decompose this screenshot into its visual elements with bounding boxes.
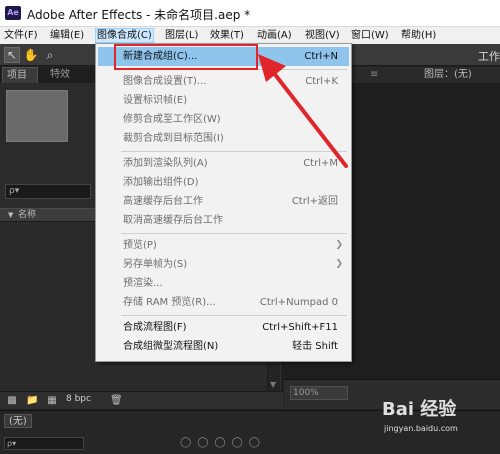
title-bar: Ae Adobe After Effects - 未命名项目.aep * [0,0,500,27]
menu-bar: 文件(F) 编辑(E) 图像合成(C) 图层(L) 效果(T) 动画(A) 视图… [0,27,500,44]
menu-item-save-frame-as[interactable]: 另存单帧为(S) ❯ [98,255,349,274]
menu-item-label: 高速缓存后台工作 [123,196,203,207]
menu-item-composition-flowchart[interactable]: 合成流程图(F) Ctrl+Shift+F11 [98,318,349,337]
menu-item-save-ram-preview[interactable]: 存储 RAM 预览(R)... Ctrl+Numpad 0 [98,293,349,312]
menu-item-mini-flowchart[interactable]: 合成组微型流程图(N) 轻击 Shift [98,337,349,356]
baidu-logo: Bai 经验 [382,399,457,420]
menu-help[interactable]: 帮助(H) [400,28,437,43]
menu-item-shortcut: Ctrl+返回 [291,196,338,207]
menu-item-add-output-module[interactable]: 添加输出组件(D) [98,173,349,192]
sort-arrow-icon[interactable]: ▼ [8,209,13,222]
tab-effects[interactable]: 特效 [46,67,74,83]
zoom-dropdown[interactable]: 100% [290,386,348,400]
menu-item-label: 存储 RAM 预览(R)... [123,297,216,308]
new-folder-icon[interactable]: 📁 [26,395,38,407]
menu-composition[interactable]: 图像合成(C) [95,28,154,43]
tab-project[interactable]: 项目 [2,67,38,83]
menu-item-preview[interactable]: 预览(P) ❯ [98,236,349,255]
menu-item-label: 添加输出组件(D) [123,177,199,188]
menu-item-label: 取消高速缓存后台工作 [123,215,223,226]
menu-item-label: 预渲染... [123,278,163,289]
project-search-input[interactable]: ρ▾ [5,184,91,199]
menu-edit[interactable]: 编辑(E) [49,28,85,43]
menu-item-shortcut: 轻击 Shift [292,341,338,352]
menu-item-label: 预览(P) [123,240,157,251]
menu-item-shortcut: Ctrl+Numpad 0 [259,297,338,308]
menu-effect[interactable]: 效果(T) [209,28,245,43]
selection-tool-icon[interactable]: ↖ [4,47,20,63]
column-name-header[interactable]: 名称 [18,209,36,222]
menu-item-label: 合成组微型流程图(N) [123,341,219,352]
submenu-arrow-icon: ❯ [335,240,343,250]
tab-timeline[interactable]: (无) [4,414,32,428]
menu-file[interactable]: 文件(F) [3,28,39,43]
project-thumbnail [6,90,68,142]
menu-separator [121,151,347,152]
menu-item-cache-work-area[interactable]: 高速缓存后台工作 Ctrl+返回 [98,192,349,211]
menu-window[interactable]: 窗口(W) [350,28,390,43]
menu-item-label: 设置标识帧(E) [123,95,188,106]
menu-item-label: 图像合成设置(T)... [123,76,207,87]
menu-separator [121,315,347,316]
watermark-url: jingyan.baidu.com [384,424,458,433]
after-effects-logo-icon: Ae [5,6,21,20]
menu-item-label: 修剪合成至工作区(W) [123,114,221,125]
menu-item-label: 添加到渲染队列(A) [123,158,208,169]
timeline-switch-icons[interactable]: ◯◯◯◯◯ [180,437,266,448]
menu-view[interactable]: 视图(V) [304,28,341,43]
project-footer: ▩ 📁 ▦ 8 bpc 🗑 [0,391,283,409]
composition-menu-dropdown: 新建合成组(C)... Ctrl+N 图像合成设置(T)... Ctrl+K 设… [95,43,352,362]
menu-item-shortcut: Ctrl+M [303,158,338,169]
interpret-footage-icon[interactable]: ▩ [6,395,18,407]
menu-item-trim-to-work-area[interactable]: 修剪合成至工作区(W) [98,110,349,129]
menu-separator [121,233,347,234]
zoom-tool-icon[interactable]: ⌕ [42,47,58,63]
annotation-highlight-box [114,44,258,70]
workspace-label[interactable]: 工作 [478,48,500,64]
menu-item-label: 裁剪合成到目标范围(I) [123,133,224,144]
trash-icon[interactable]: 🗑 [110,395,123,407]
menu-item-shortcut: Ctrl+N [304,51,338,62]
menu-item-composition-settings[interactable]: 图像合成设置(T)... Ctrl+K [98,72,349,91]
menu-item-crop-to-region[interactable]: 裁剪合成到目标范围(I) [98,129,349,148]
timeline-search-input[interactable]: ρ▾ [4,437,84,450]
menu-item-shortcut: Ctrl+K [305,76,338,87]
tab-layer[interactable]: 图层：(无) [424,67,472,83]
panel-menu-icon[interactable]: ≡ [370,67,378,83]
bit-depth-label[interactable]: 8 bpc [66,394,91,404]
menu-animation[interactable]: 动画(A) [256,28,293,43]
menu-layer[interactable]: 图层(L) [164,28,199,43]
baidu-jingyan-watermark: Bai 经验 jingyan.baidu.com [382,392,498,452]
new-composition-icon[interactable]: ▦ [46,395,58,407]
menu-item-pre-render[interactable]: 预渲染... [98,274,349,293]
hand-tool-icon[interactable]: ✋ [23,47,39,63]
menu-item-set-poster-time[interactable]: 设置标识帧(E) [98,91,349,110]
menu-item-label: 合成流程图(F) [123,322,187,333]
menu-item-shortcut: Ctrl+Shift+F11 [262,322,338,333]
submenu-arrow-icon: ❯ [335,259,343,269]
menu-item-label: 另存单帧为(S) [123,259,188,270]
scroll-down-arrow-icon[interactable]: ▼ [270,380,276,389]
window-title: Adobe After Effects - 未命名项目.aep * [27,8,251,22]
menu-item-cancel-cache[interactable]: 取消高速缓存后台工作 [98,211,349,230]
menu-item-add-to-render-queue[interactable]: 添加到渲染队列(A) Ctrl+M [98,154,349,173]
